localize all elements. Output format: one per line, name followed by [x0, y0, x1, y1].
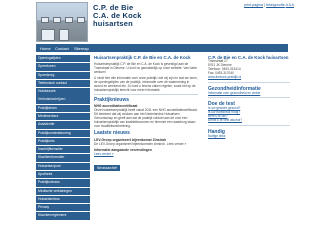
nhg-text: Onze huisartsenpraktijk heeft vanaf 2011…	[94, 108, 198, 128]
main-content: Huisartsenpraktijk C.P. de Bie en C.A. d…	[94, 55, 198, 174]
latest-news-text: De LEV-Groep organiseert bijeenkomsten z…	[94, 141, 187, 146]
news-heading: Praktijknieuws	[94, 96, 130, 103]
sidebar-item[interactable]: Klachtenformulier	[36, 154, 90, 162]
health-info-link[interactable]: Informatie over gezondheid en ziekte	[208, 91, 290, 96]
font-size-options[interactable]: A A A	[286, 3, 294, 7]
sidebar-item[interactable]: Spreekuren	[36, 63, 90, 71]
nav-sitemap[interactable]: Sitemap	[74, 46, 89, 51]
intro-text: Huisartsenpraktijk C.P. de Bie en C.A. d…	[94, 61, 197, 74]
divider	[208, 97, 290, 99]
divider	[208, 81, 290, 83]
practice-building-photo	[36, 2, 88, 42]
top-nav: Home Contact Sitemap	[36, 44, 288, 52]
sidebar-item[interactable]: Praktijkondersteuning	[36, 129, 90, 137]
sidebar-item[interactable]: Medische verklaringen	[36, 187, 90, 195]
sidebar-item[interactable]: Telefonisch contact	[36, 79, 90, 88]
handy-link[interactable]: Nuttige links	[208, 134, 290, 139]
sidebar-item[interactable]: Praktijkinfo	[36, 137, 90, 146]
sidebar-item[interactable]: Verhuisinschrijven	[36, 96, 90, 104]
divider	[208, 125, 290, 127]
sidebar-item[interactable]: Huisartsenpost	[36, 162, 90, 171]
nav-contact[interactable]: Contact	[55, 46, 69, 51]
sidebar-item[interactable]: Klachtenreglement	[36, 212, 90, 220]
print-page-link[interactable]: print-pagina	[244, 3, 263, 7]
sidebar-item[interactable]: Inschrijfformulier	[36, 146, 90, 154]
intro-text-2: U vindt hier alle informatie over onze p…	[94, 75, 198, 92]
sidebar-item[interactable]: Praktijknieuws	[36, 179, 90, 187]
top-links: print-pagina | tekstgrootte A A A	[244, 3, 294, 7]
site-title: C.P. de Bie C.A. de Kock huisartsen	[93, 4, 142, 28]
header: C.P. de Bie C.A. de Kock huisartsen prin…	[0, 0, 320, 44]
nav-home[interactable]: Home	[40, 46, 51, 51]
divider	[94, 93, 198, 95]
right-column: C.P. de Bie en C.A. de Kock huisartsen T…	[208, 55, 290, 139]
sidebar-item[interactable]: Assistentie	[36, 121, 90, 129]
sidebar-item[interactable]: Spoedzorg	[36, 71, 90, 79]
sidebar-item[interactable]: Openingstijden	[36, 55, 90, 63]
title-line-3: huisartsen	[93, 19, 133, 28]
sidebar-item[interactable]: Praktijkteam	[36, 104, 90, 113]
sidebar-item[interactable]: Huisartsenbus	[36, 195, 90, 204]
text-size-link[interactable]: tekstgrootte	[266, 3, 285, 7]
read-more-link[interactable]: Lees verder »	[94, 152, 198, 156]
news-archive-button[interactable]: Nieuwsarchief	[94, 164, 121, 171]
test-link[interactable]: Drinkt u te veel alcohol?	[208, 118, 290, 123]
sidebar-item[interactable]: Huisbezoek	[36, 88, 90, 96]
page-heading: Huisartsenpraktijk C.P. de Bie en C.A. d…	[94, 55, 191, 60]
website-link[interactable]: www.thekock-praktijk.nl	[208, 75, 290, 80]
sidebar-item[interactable]: Medewerkers	[36, 112, 90, 121]
page: C.P. de Bie C.A. de Kock huisartsen prin…	[0, 0, 320, 240]
sidebar-item[interactable]: Privacy	[36, 204, 90, 212]
sidebar: Openingstijden Spreekuren Spoedzorg Tele…	[36, 55, 90, 221]
sidebar-item[interactable]: Apotheek	[36, 170, 90, 179]
latest-news-heading: Laatste nieuws	[94, 130, 130, 136]
